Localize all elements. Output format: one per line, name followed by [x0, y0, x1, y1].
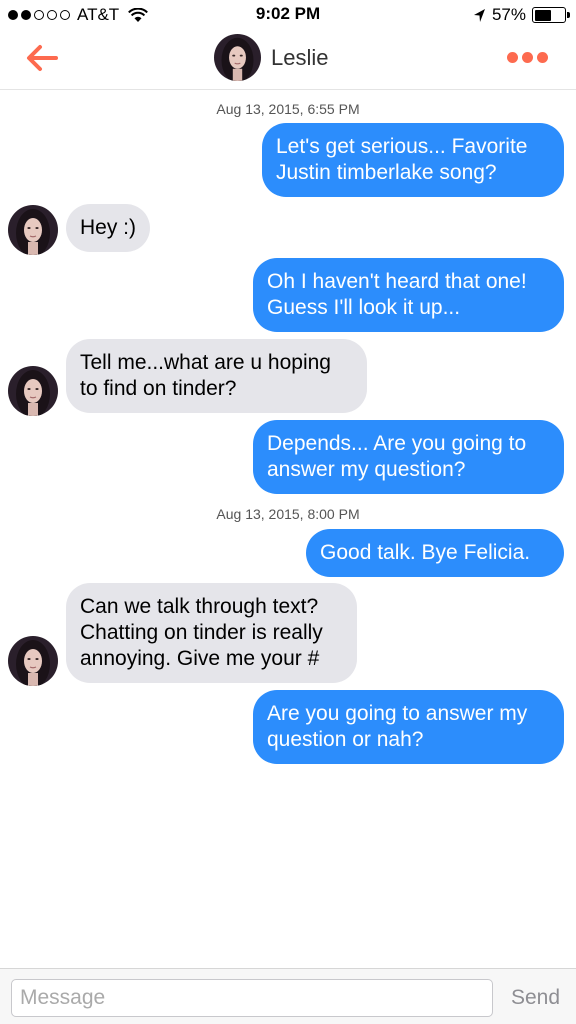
battery-percent: 57% [491, 5, 526, 24]
more-dots-icon[interactable] [507, 52, 548, 63]
send-button[interactable]: Send [511, 986, 560, 1010]
avatar[interactable] [214, 34, 261, 81]
contact-info[interactable]: Leslie [214, 34, 328, 81]
more-dot [522, 52, 533, 63]
timestamp: Aug 13, 2015, 6:55 PM [216, 101, 360, 117]
outgoing-message: Are you going to answer my question or n… [253, 690, 571, 764]
more-dot [537, 52, 548, 63]
outgoing-message: Oh I haven't heard that one! Guess I'll … [253, 258, 571, 332]
back-arrow-icon[interactable] [22, 42, 62, 74]
avatar[interactable] [8, 636, 58, 686]
status-bar: AT&T 9:02 PM 57% [0, 0, 576, 30]
more-dot [507, 52, 518, 63]
message-input[interactable] [11, 979, 493, 1017]
status-right: 57% [473, 4, 570, 26]
battery-level [534, 9, 552, 21]
chat-header: Leslie [0, 30, 576, 90]
outgoing-message: Depends... Are you going to answer my qu… [253, 420, 571, 494]
outgoing-message: Let's get serious... Favorite Justin tim… [262, 123, 571, 197]
avatar[interactable] [8, 205, 58, 255]
outgoing-message: Good talk. Bye Felicia. [306, 529, 571, 577]
incoming-message: Hey :) [58, 204, 151, 252]
timestamp: Aug 13, 2015, 8:00 PM [216, 506, 360, 522]
message-composer: Send [0, 968, 576, 1024]
avatar[interactable] [8, 366, 58, 416]
contact-name[interactable]: Leslie [271, 45, 328, 71]
incoming-message: Tell me...what are u hoping to find on t… [59, 339, 367, 413]
battery-icon [532, 7, 570, 23]
incoming-message: Can we talk through text? Chatting on ti… [59, 583, 357, 683]
location-arrow-icon [473, 8, 485, 22]
